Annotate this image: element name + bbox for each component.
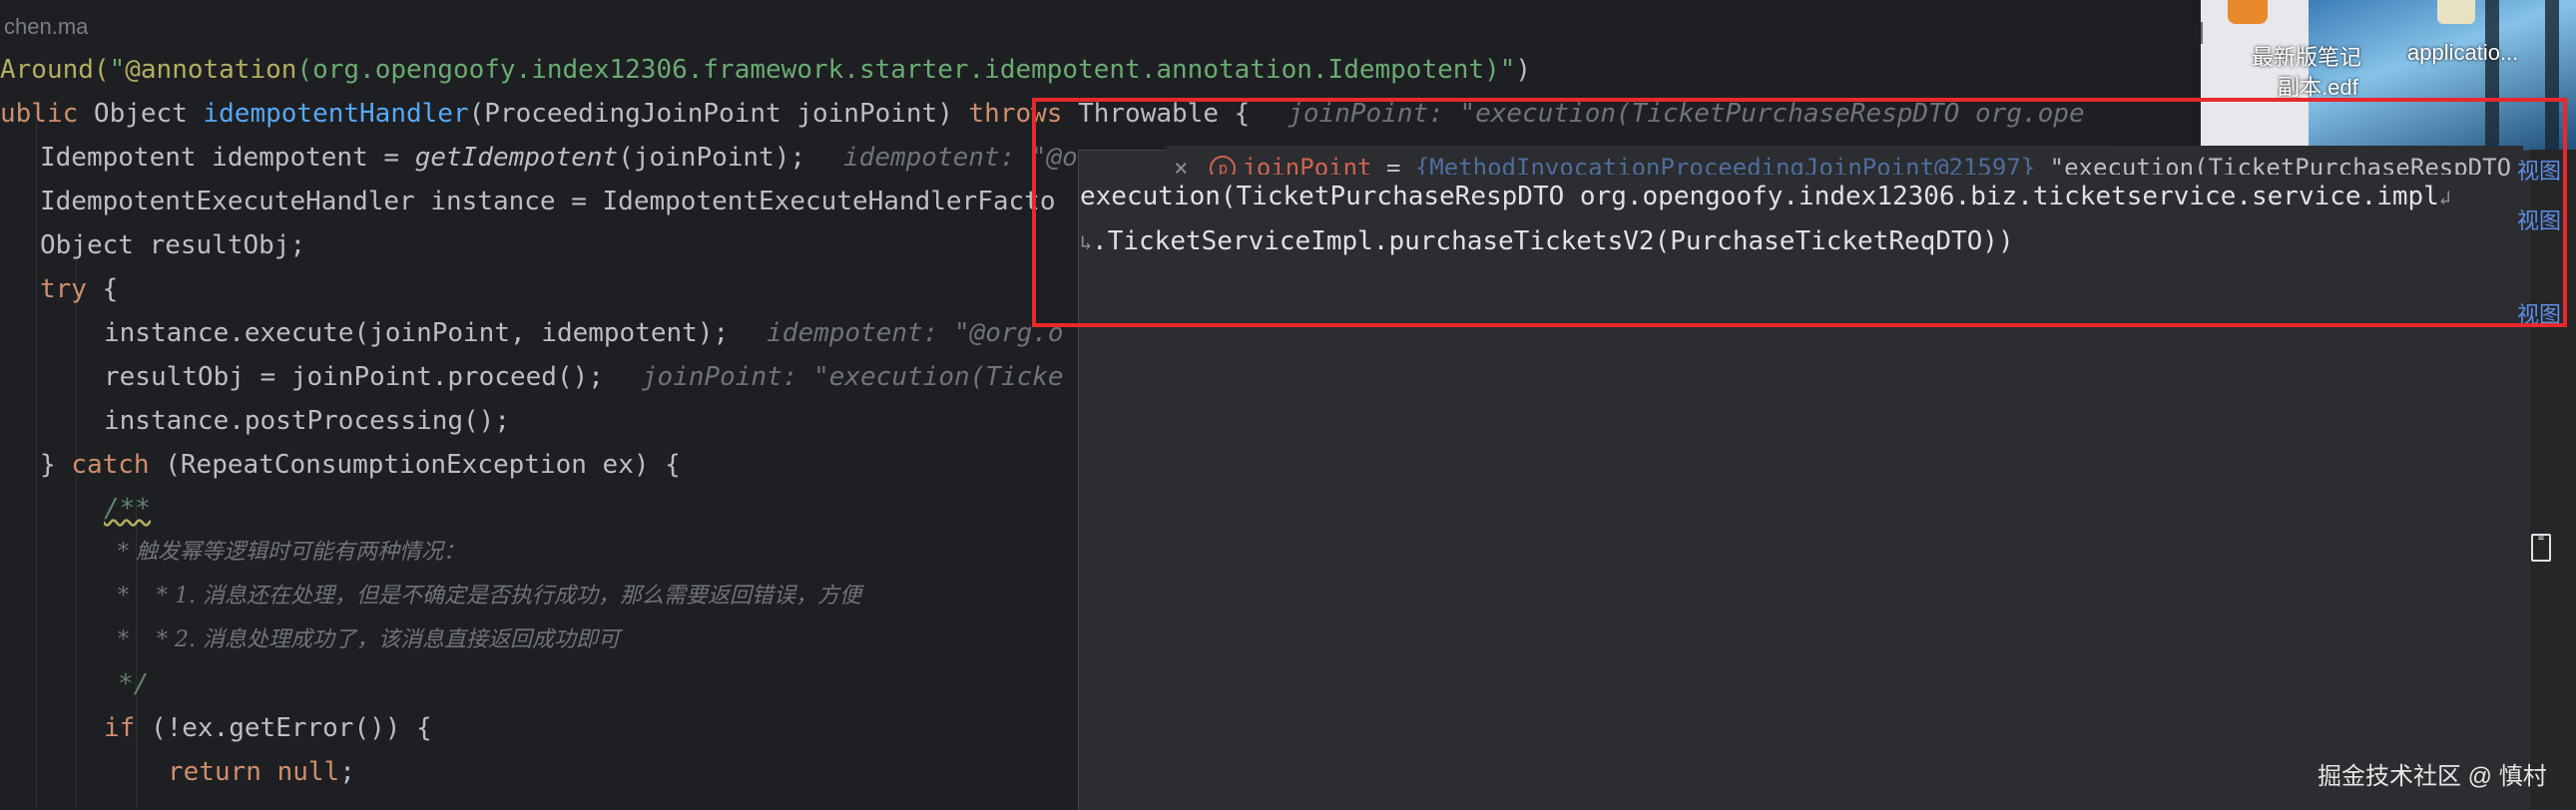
code-line-6[interactable]: try { xyxy=(40,271,118,307)
code-line-12[interactable]: * 触发幂等逻辑时可能有两种情况： xyxy=(118,535,465,571)
application-file-icon[interactable] xyxy=(2437,0,2475,24)
tab-marker xyxy=(2201,22,2209,44)
inline-debug-hint: idempotent: "@org.o xyxy=(767,318,1064,348)
code-line-7[interactable]: instance.execute(joinPoint, idempotent);… xyxy=(104,315,1064,351)
watermark: 掘金技术社区 @ 慎村 xyxy=(2318,763,2547,790)
code-line-14[interactable]: * * 2. 消息处理成功了，该消息直接返回成功即可 xyxy=(118,622,620,658)
indent-guide xyxy=(36,100,37,809)
code-line-3[interactable]: Idempotent idempotent = getIdempotent(jo… xyxy=(40,140,1125,176)
indent-guide xyxy=(76,259,77,809)
desktop-icon-label[interactable]: 最新版笔记 xyxy=(2252,40,2361,72)
code-line-8[interactable]: resultObj = joinPoint.proceed(); joinPoin… xyxy=(104,359,1064,395)
code-line-5[interactable]: Object resultObj; xyxy=(40,227,305,263)
code-line-13[interactable]: * * 1. 消息还在处理，但是不确定是否执行成功，那么需要返回错误，方便 xyxy=(118,579,861,614)
code-line-15[interactable]: */ xyxy=(118,666,149,702)
inline-debug-hint: joinPoint: "execution(Ticke xyxy=(641,362,1064,392)
onenote-file-icon[interactable] xyxy=(2228,0,2268,24)
code-line-11[interactable]: /** xyxy=(104,491,151,527)
code-line-1[interactable]: Around("@annotation(org.opengoofy.index1… xyxy=(0,52,1531,88)
code-line-16[interactable]: if (!ex.getError()) { xyxy=(104,710,432,746)
code-line-4[interactable]: IdempotentExecuteHandler instance = Idem… xyxy=(40,184,1055,219)
desktop-icon-label[interactable]: applicatio... xyxy=(2407,40,2518,66)
code-author-hint: chen.ma xyxy=(4,14,89,39)
document-icon[interactable]: ≡ xyxy=(2531,534,2551,562)
code-line-9[interactable]: instance.postProcessing(); xyxy=(104,403,510,439)
annotation-highlight-box xyxy=(1032,98,2567,327)
code-line-17[interactable]: return null; xyxy=(168,754,355,790)
code-line-10[interactable]: } catch (RepeatConsumptionException ex) … xyxy=(40,447,681,483)
